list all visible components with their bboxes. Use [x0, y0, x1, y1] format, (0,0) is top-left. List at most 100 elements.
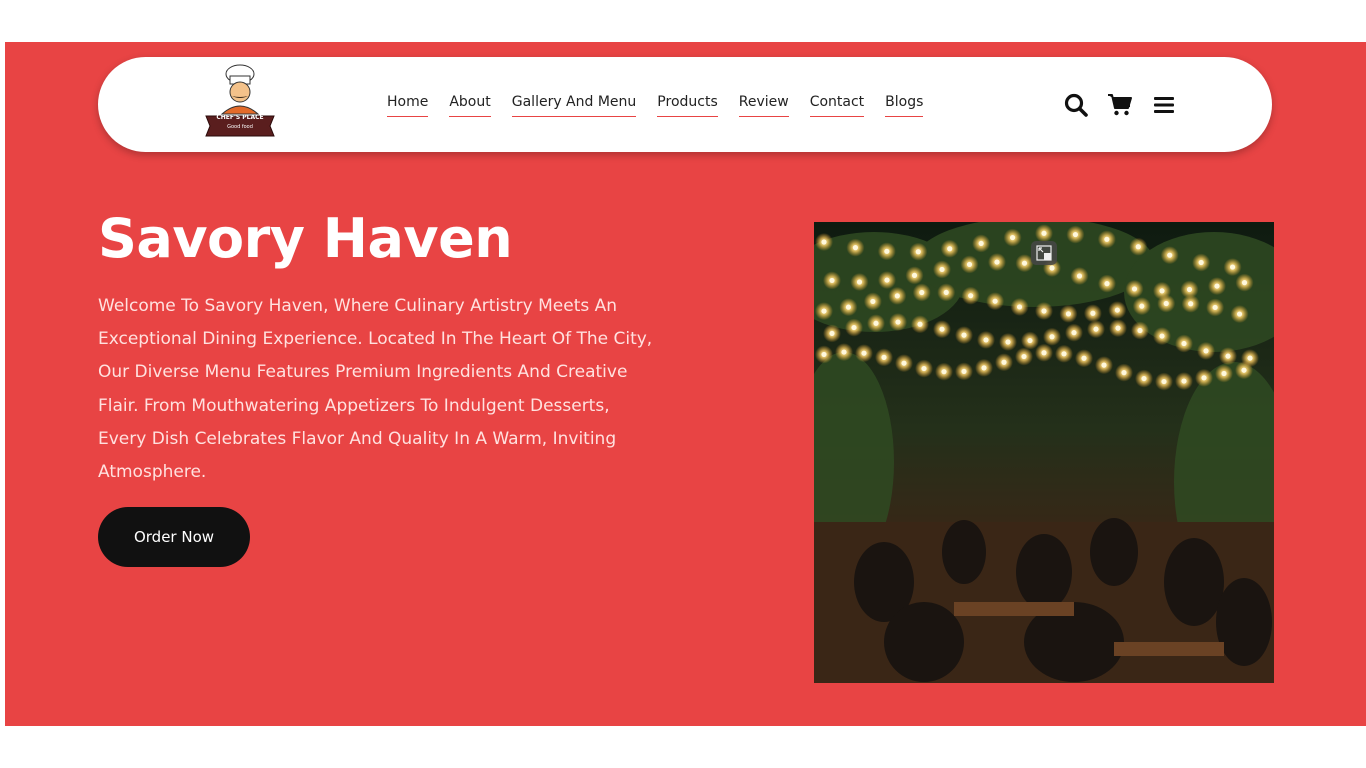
light-bulb [894, 293, 900, 299]
nav-gallery-and-menu[interactable]: Gallery And Menu [511, 94, 637, 117]
hero-description: Welcome To Savory Haven, Where Culinary … [98, 296, 653, 483]
light-bulb [1167, 252, 1173, 258]
light-bulb [1041, 308, 1047, 314]
light-bulb [911, 272, 918, 278]
nav-home[interactable]: Home [387, 94, 429, 117]
nav-blogs[interactable]: Blogs [885, 94, 924, 117]
light-bulb [821, 308, 827, 314]
expand-image-button[interactable] [1031, 241, 1057, 265]
light-bulb [1247, 355, 1253, 361]
light-bulb [1229, 264, 1236, 270]
light-bulb [841, 349, 847, 355]
light-bulb [1041, 230, 1047, 236]
light-bulb [939, 266, 945, 273]
light-bulb [1104, 236, 1110, 242]
light-bulb [981, 365, 987, 371]
light-bulb [921, 365, 927, 372]
light-bulb [1071, 330, 1077, 336]
light-bulb [1076, 273, 1083, 279]
nav-contact[interactable]: Contact [809, 94, 865, 117]
light-bulb [1181, 340, 1187, 347]
light-bulb [870, 298, 876, 305]
light-bulb [1104, 281, 1110, 287]
light-bulb [1016, 304, 1023, 310]
light-bulb [1225, 353, 1231, 359]
diners [814, 518, 1274, 683]
brand-logo[interactable]: CHEF'S PLACE Good food [200, 64, 280, 140]
order-now-button[interactable]: Order Now [98, 507, 250, 567]
light-bulb [881, 354, 887, 360]
light-bulb [1065, 311, 1072, 317]
light-bulb [821, 351, 827, 358]
light-bulb [1188, 301, 1194, 307]
light-bulb [1221, 370, 1227, 377]
light-bulb [1198, 259, 1204, 266]
light-bulb [829, 277, 835, 284]
light-bulb [1212, 304, 1218, 311]
light-bulb [1135, 244, 1141, 250]
light-bulb [1214, 283, 1220, 289]
light-bulb [983, 337, 989, 343]
light-bulb [884, 277, 890, 283]
light-bulb [978, 240, 984, 247]
light-bulb [873, 320, 879, 326]
light-bulb [1139, 303, 1145, 309]
light-bulb [1163, 300, 1169, 307]
light-bulb [1090, 310, 1096, 316]
light-bulb [1241, 279, 1248, 286]
light-bulb [1021, 260, 1028, 266]
light-bulb [1159, 333, 1165, 339]
menu-icon[interactable] [1151, 92, 1177, 118]
nav-products[interactable]: Products [657, 94, 718, 117]
light-bulb [1201, 375, 1207, 381]
light-bulb [1009, 234, 1016, 241]
restaurant-photo-image [814, 222, 1274, 683]
light-bulb [917, 321, 923, 327]
light-bulb [1137, 327, 1143, 334]
light-bulb [1115, 325, 1121, 331]
search-icon[interactable] [1063, 92, 1089, 118]
light-bulb [1027, 337, 1033, 344]
light-bulb [851, 324, 857, 331]
light-bulb [1061, 351, 1067, 357]
light-bulb [1181, 378, 1187, 384]
light-bulb [1001, 359, 1007, 365]
nav-review[interactable]: Review [738, 94, 789, 117]
nav-about[interactable]: About [449, 94, 491, 117]
light-bulb [901, 360, 907, 366]
light-bulb [1049, 265, 1055, 271]
light-bulb [884, 248, 890, 254]
light-bulb [966, 261, 973, 268]
nav-icons [1063, 92, 1177, 118]
light-bulb [1005, 339, 1011, 345]
light-bulb [1101, 362, 1107, 368]
light-bulb [1093, 326, 1099, 332]
light-bulb [1021, 353, 1027, 360]
expand-icon [1036, 245, 1052, 261]
logo-tagline: Good food [227, 124, 253, 130]
light-bulb [1159, 288, 1165, 294]
light-bulb [1049, 334, 1055, 340]
light-bulb [1081, 355, 1087, 361]
light-bulb [821, 239, 827, 245]
light-bulb [939, 326, 945, 332]
light-bulb [1141, 375, 1147, 382]
light-bulb [845, 304, 852, 310]
restaurant-patio-photo [814, 222, 1274, 683]
light-bulb [943, 289, 949, 296]
light-bulb [852, 245, 859, 251]
light-bulb [829, 330, 835, 337]
light-bulb [994, 259, 1000, 265]
cart-icon[interactable] [1107, 92, 1133, 118]
light-bulb [861, 350, 867, 356]
light-bulb [856, 279, 863, 285]
light-bulb [919, 289, 925, 296]
light-bulb [915, 249, 921, 255]
main-nav: Home About Gallery And Menu Products Rev… [387, 94, 924, 117]
light-bulb [1186, 286, 1193, 293]
light-bulb [961, 368, 967, 375]
light-bulb [947, 246, 953, 252]
light-bulb [1114, 307, 1120, 313]
light-bulb [961, 332, 967, 338]
light-bulb [992, 298, 998, 304]
